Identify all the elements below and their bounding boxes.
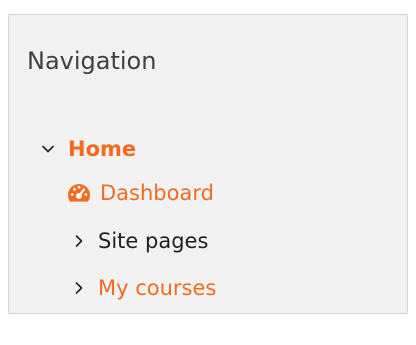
nav-item-site-pages-label[interactable]: Site pages: [98, 225, 208, 257]
chevron-right-icon[interactable]: [74, 235, 84, 247]
dashboard-gauge-icon: [66, 183, 92, 203]
nav-item-my-courses-label[interactable]: My courses: [98, 272, 216, 304]
nav-item-dashboard-label[interactable]: Dashboard: [100, 177, 214, 209]
page: Navigation Home Dashboard Site pages My …: [0, 0, 416, 345]
chevron-right-icon[interactable]: [74, 282, 84, 294]
nav-item-home[interactable]: Home: [42, 133, 136, 165]
navigation-block-title: Navigation: [27, 47, 157, 75]
nav-item-site-pages[interactable]: Site pages: [74, 225, 208, 257]
nav-item-home-label[interactable]: Home: [68, 133, 136, 165]
chevron-down-icon[interactable]: [42, 145, 54, 153]
nav-item-my-courses[interactable]: My courses: [74, 272, 216, 304]
nav-item-dashboard[interactable]: Dashboard: [66, 177, 214, 209]
